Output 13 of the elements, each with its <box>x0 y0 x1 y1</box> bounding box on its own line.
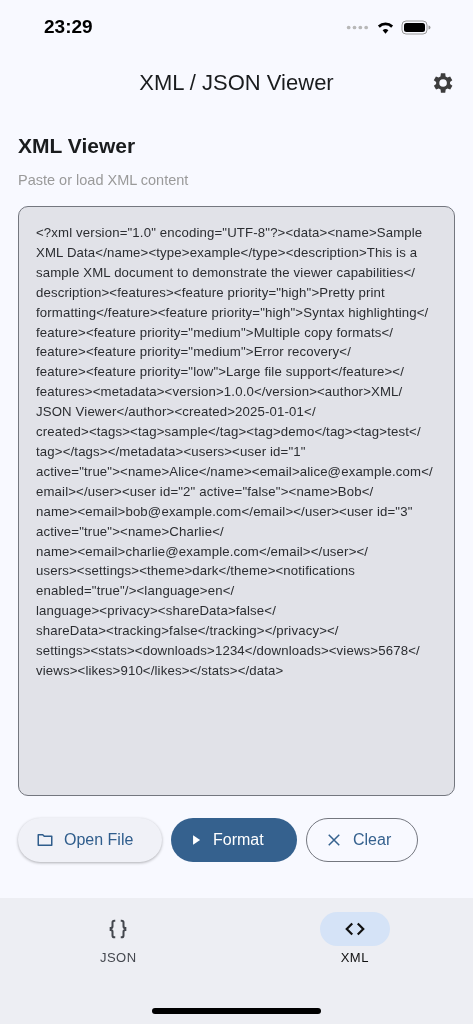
folder-icon <box>36 831 54 849</box>
xml-input-field[interactable]: <?xml version="1.0" encoding="UTF-8"?><data><name>Sample XML Data</name><type>example</type><description>This is a sample XML document to demonstrate the viewer capabilities</description><features><feature priority="high">Pretty print formatting</feature><feature priority="high">Syntax highlighting</feature><feature priority="medium">Multiple copy formats</feature><feature priority="medium">Error recovery</feature><feature priority="low">Large file support</feature></features><metadata><version>1.0.0</version><author>XML/JSON Viewer</author><created>2025-01-01</created><tags><tag>sample</tag><tag>demo</tag><tag>test</tag></tags></metadata><users><user id="1" active="true"><name>Alice</name><email>alice@example.com</email></user><user id="2" active="false"><name>Bob</name><email>bob@example.com</email></user><user id="3" active="true"><name>Charlie</name><email>charlie@example.com</email></user></users><settings><theme>dark</theme><notifications enabled="true"/><language>en</language><privacy><shareData>false</shareData><tracking>false</tracking></privacy></settings><stats><downloads>1234</downloads><views>5678</views><likes>910</likes></stats></data> <box>18 206 455 796</box>
format-button[interactable]: Format <box>171 818 297 862</box>
nav-tab[interactable]: XML <box>284 912 425 1024</box>
close-icon <box>325 831 343 849</box>
section-hint: Paste or load XML content <box>18 172 189 188</box>
nav-tab[interactable]: JSON <box>48 912 189 1024</box>
status-time: 23:29 <box>44 16 93 38</box>
signal-icon <box>346 23 370 31</box>
battery-icon <box>401 19 431 35</box>
open-file-button[interactable]: Open File <box>18 818 162 862</box>
section-title: XML Viewer <box>18 134 136 158</box>
app-title: XML / JSON Viewer <box>139 70 334 96</box>
